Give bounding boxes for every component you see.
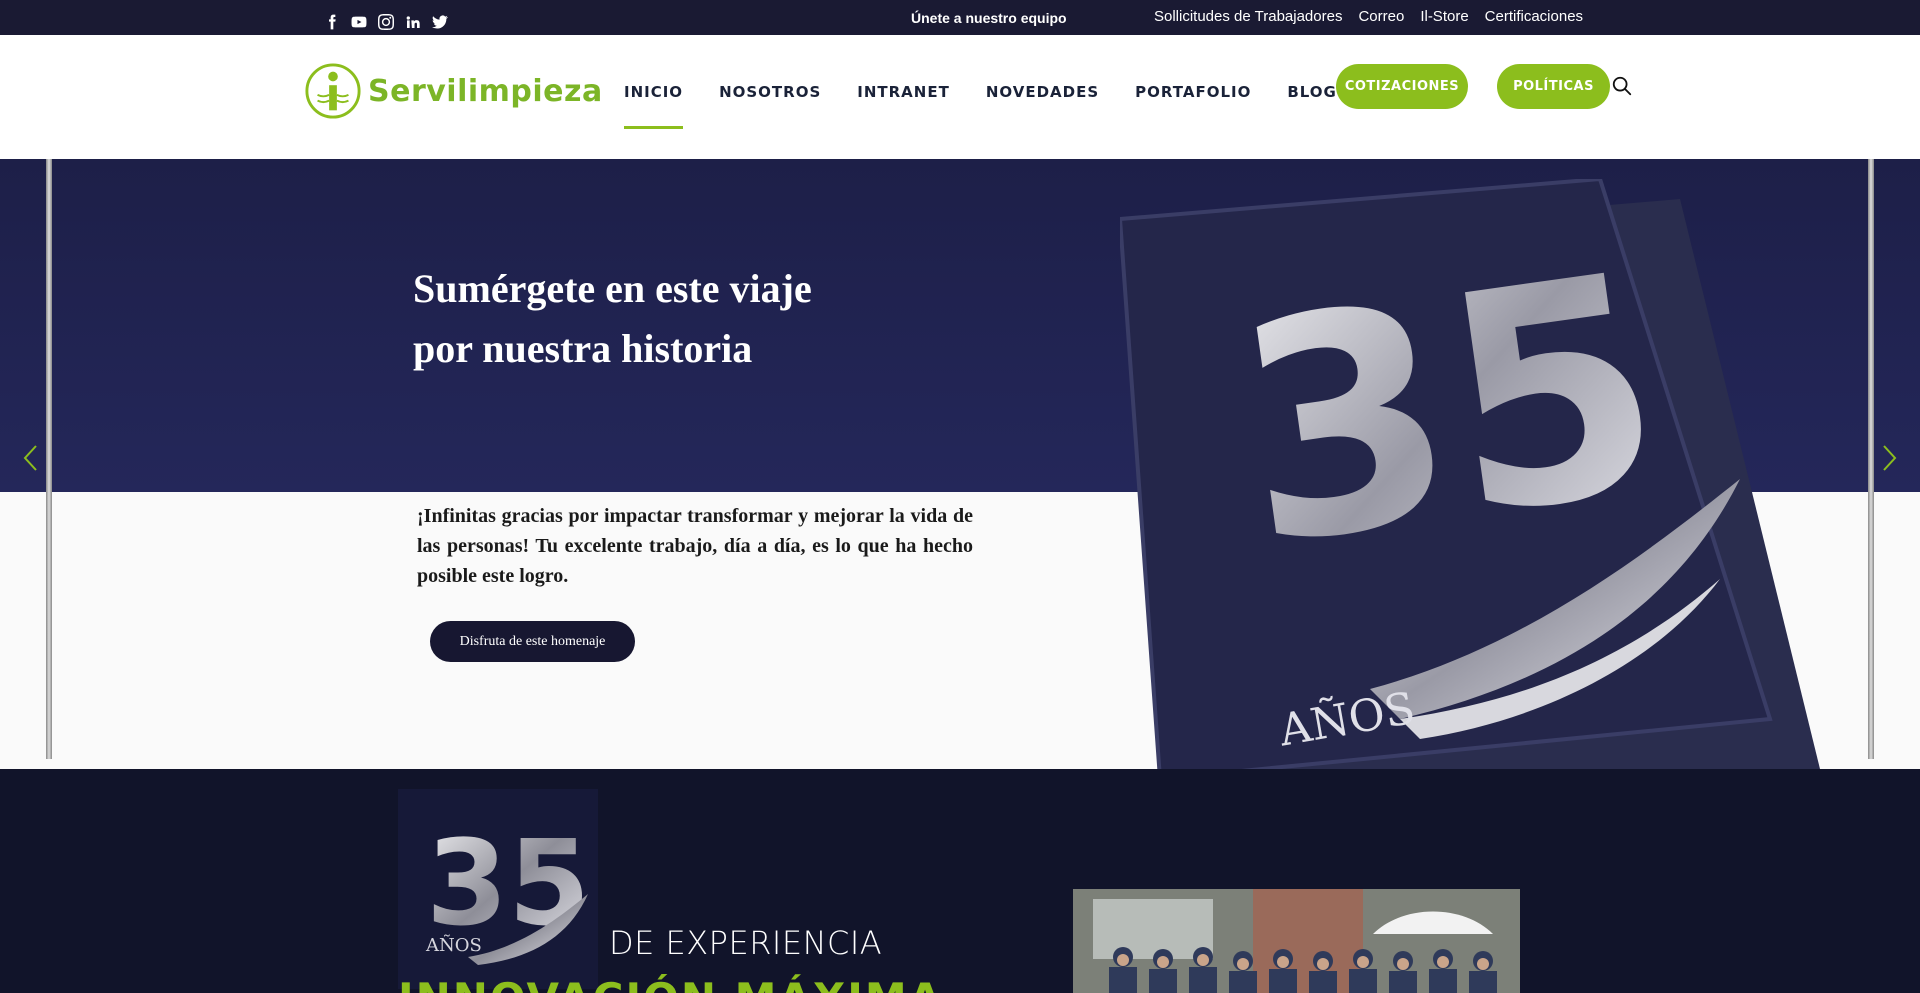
hero-right-bar [1868, 159, 1874, 759]
top-links: Sollicitudes de Trabajadores Correo Il-S… [1154, 8, 1583, 25]
top-bar: Únete a nuestro equipo Sollicitudes de T… [0, 0, 1920, 35]
svg-text:35: 35 [1219, 209, 1681, 613]
linkedin-icon[interactable] [405, 14, 421, 30]
chevron-left-icon[interactable] [20, 443, 42, 473]
hero-left-bar [46, 159, 52, 759]
search-icon[interactable] [1611, 75, 1633, 97]
nav-item-intranet[interactable]: INTRANET [857, 83, 950, 101]
youtube-icon[interactable] [351, 14, 367, 30]
hero-body: ¡Infinitas gracias por impactar transfor… [417, 505, 973, 587]
logo-text: Servilimpieza [368, 73, 603, 109]
hero-title: Sumérgete en este viaje por nuestra hist… [413, 259, 812, 379]
cotizaciones-button[interactable]: COTIZACIONES [1336, 64, 1468, 109]
experience-section: 35 AÑOS DE EXPERIENCIA INNOVACIÓN MÁXIMA [0, 769, 1920, 993]
team-photo-image [1073, 889, 1520, 993]
team-photo [1073, 889, 1520, 993]
hero-title-line1: Sumérgete en este viaje [413, 266, 812, 311]
instagram-icon[interactable] [378, 14, 394, 30]
logo-mark-icon [305, 63, 361, 119]
anniversary-badge-image: 35 AÑOS [398, 789, 598, 989]
nav-item-portafolio[interactable]: PORTAFOLIO [1135, 83, 1251, 101]
svg-text:AÑOS: AÑOS [425, 933, 482, 956]
politicas-button[interactable]: POLÍTICAS [1497, 64, 1610, 109]
nav-item-inicio[interactable]: INICIO [624, 83, 684, 129]
anniversary-book-image: 35 AÑOS [1120, 179, 1820, 769]
top-link-certificaciones[interactable]: Certificaciones [1485, 8, 1583, 25]
experience-label: DE EXPERIENCIA [609, 924, 883, 962]
logo[interactable]: Servilimpieza [304, 62, 603, 120]
social-links [324, 14, 448, 30]
svg-text:35: 35 [426, 814, 590, 952]
chevron-right-icon[interactable] [1878, 443, 1900, 473]
top-link-store[interactable]: Il-Store [1420, 8, 1468, 25]
main-nav: INICIO NOSOTROS INTRANET NOVEDADES PORTA… [624, 83, 1337, 129]
top-link-solicitudes[interactable]: Sollicitudes de Trabajadores [1154, 8, 1342, 25]
main-header: Servilimpieza INICIO NOSOTROS INTRANET N… [0, 35, 1920, 159]
facebook-icon[interactable] [324, 14, 340, 30]
innovation-heading: INNOVACIÓN MÁXIMA [398, 974, 943, 993]
nav-item-blog[interactable]: BLOG [1287, 83, 1337, 101]
hero-slider: 35 AÑOS Sumérgete en este viaje por nues… [0, 159, 1920, 769]
hero-cta-button[interactable]: Disfruta de este homenaje [430, 621, 635, 662]
twitter-icon[interactable] [432, 14, 448, 30]
join-team-link[interactable]: Únete a nuestro equipo [911, 10, 1067, 26]
nav-item-nosotros[interactable]: NOSOTROS [719, 83, 821, 101]
top-link-correo[interactable]: Correo [1358, 8, 1404, 25]
nav-item-novedades[interactable]: NOVEDADES [986, 83, 1099, 101]
hero-title-line2: por nuestra historia [413, 326, 753, 371]
